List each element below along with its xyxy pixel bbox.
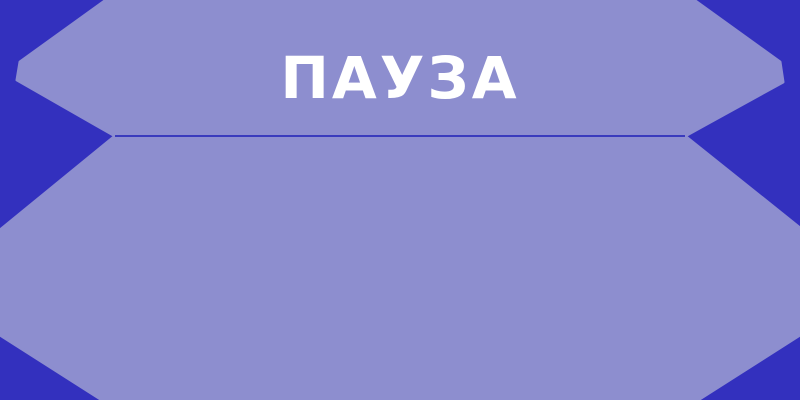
pause-title: ПАУЗА — [280, 44, 520, 112]
body-panel — [0, 134, 800, 400]
